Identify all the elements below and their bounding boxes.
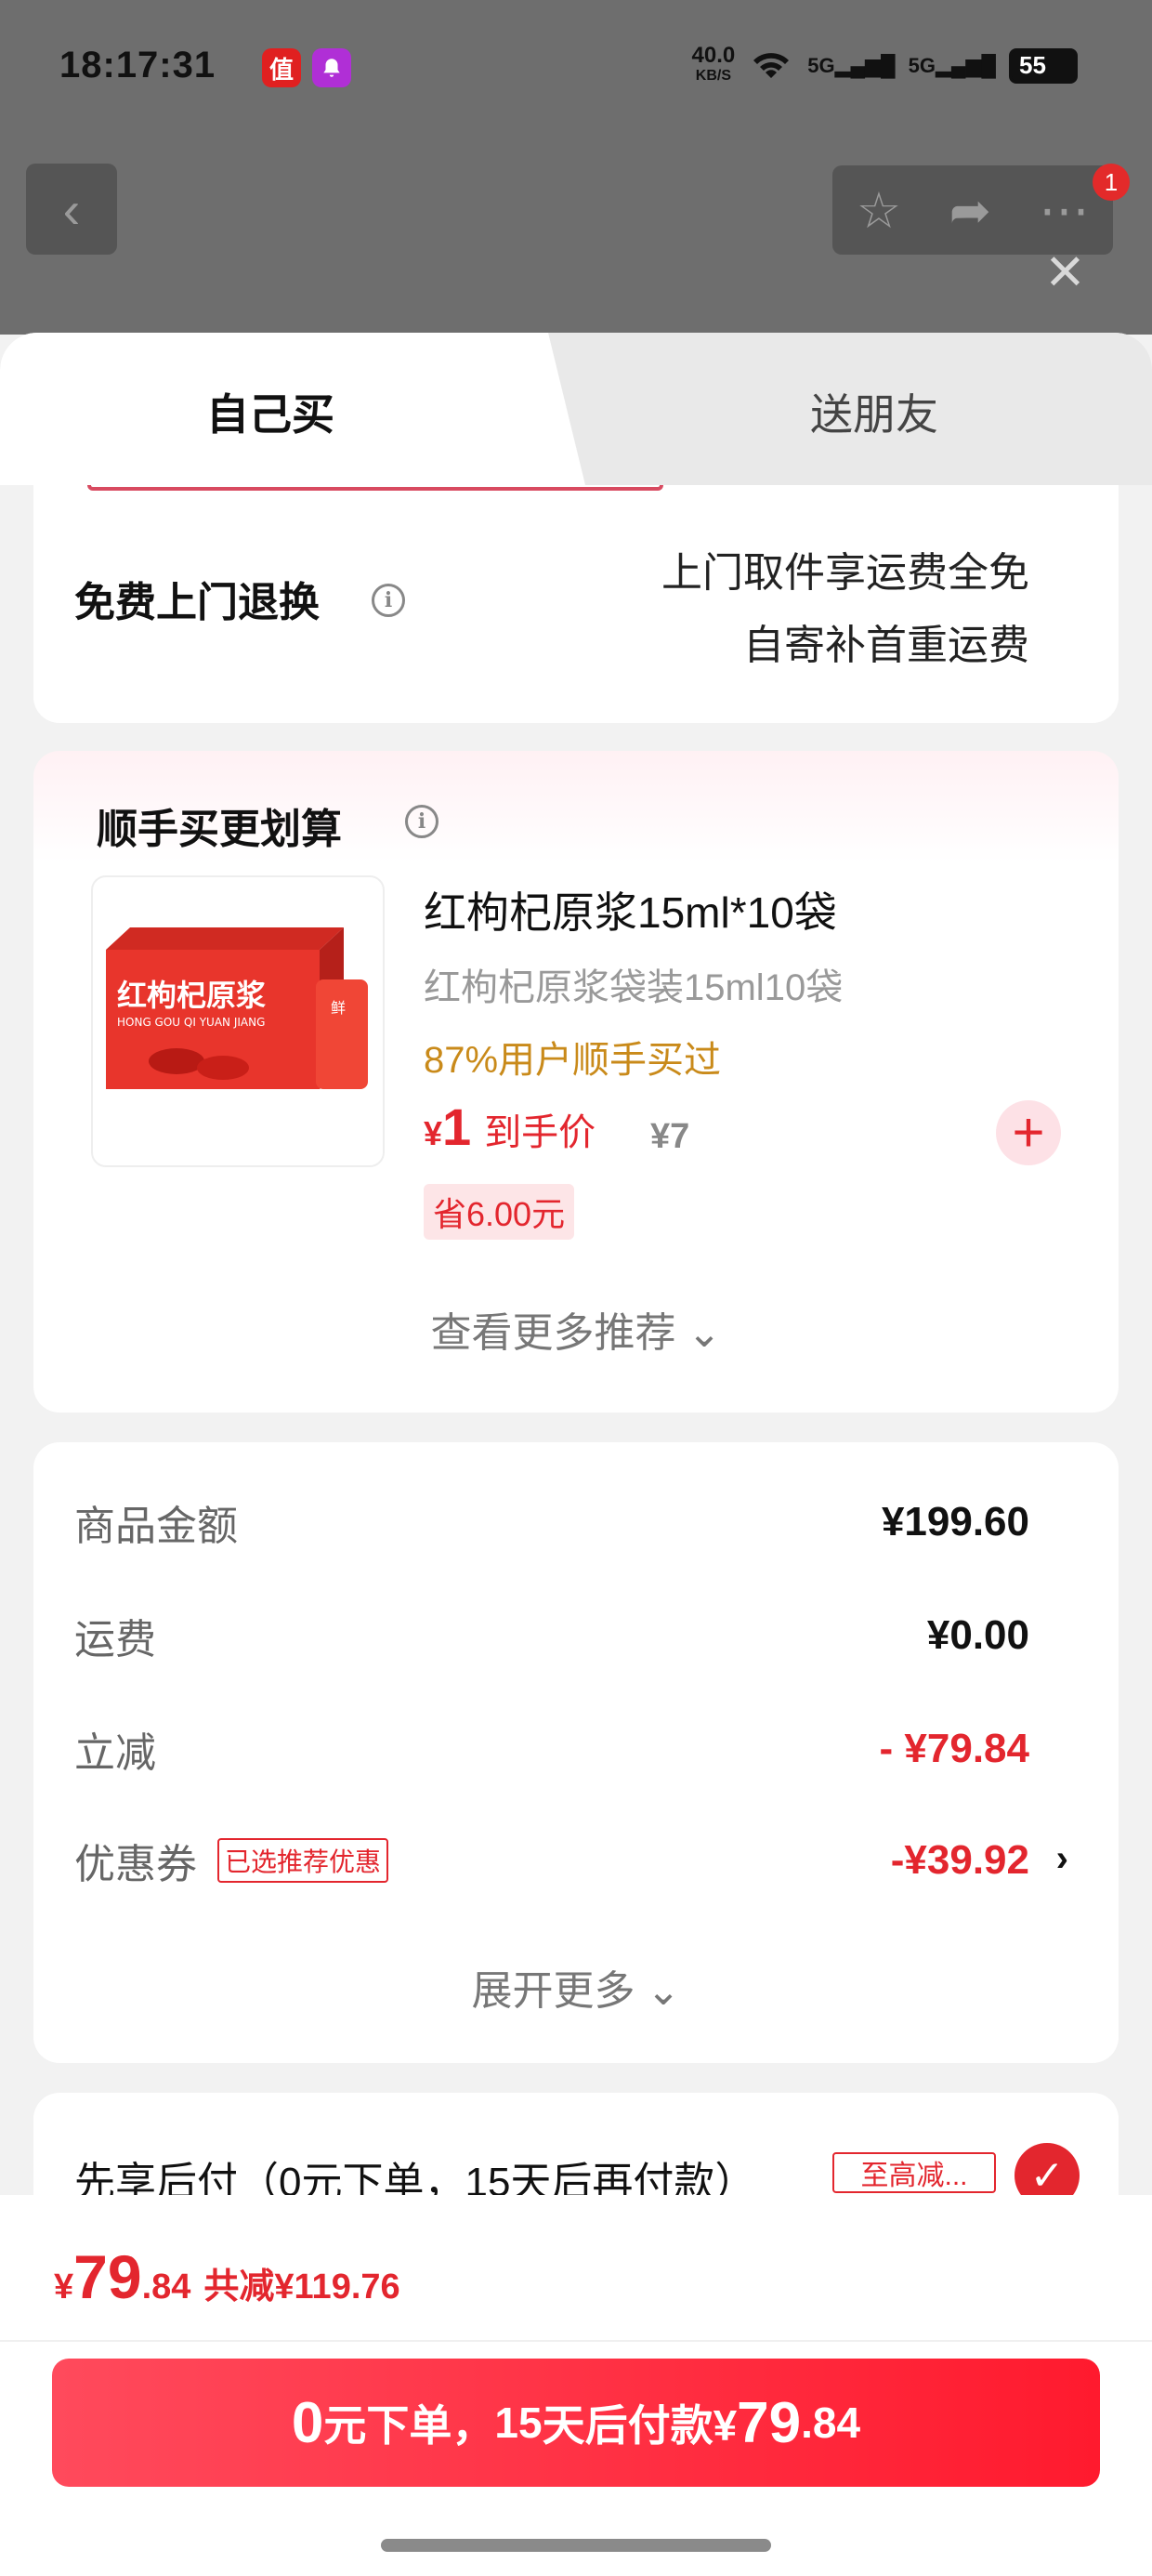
back-button[interactable]: ‹ bbox=[26, 164, 117, 255]
star-icon[interactable]: ☆ bbox=[857, 181, 901, 240]
pay-later-tag: 至高减... bbox=[832, 2152, 996, 2193]
more-icon[interactable]: ⋯ bbox=[1039, 181, 1089, 240]
product-price: ¥1 到手价 bbox=[424, 1097, 596, 1156]
notification-badge: 1 bbox=[1093, 164, 1130, 201]
battery-icon: 55 bbox=[1009, 47, 1078, 84]
close-icon[interactable]: × bbox=[1046, 238, 1084, 303]
total-price: ¥79.84 共减¥119.76 bbox=[54, 2242, 400, 2311]
signal-icon-2: 5G▂▄▆█ bbox=[908, 53, 996, 77]
shipping-row: 运费 ¥0.00 bbox=[74, 1612, 1029, 1663]
share-icon[interactable]: ➦ bbox=[949, 181, 991, 240]
product-desc: 红枸杞原浆袋装15ml10袋 bbox=[424, 967, 844, 1008]
return-line-2: 自寄补首重运费 bbox=[743, 623, 1029, 668]
status-time: 18:17:31 bbox=[59, 45, 216, 85]
wifi-icon bbox=[748, 45, 794, 86]
return-service-title: 免费上门退换 bbox=[74, 580, 320, 625]
discount-row: 立减 - ¥79.84 bbox=[74, 1726, 1029, 1776]
net-speed: 40.0 KB/S bbox=[691, 42, 736, 84]
price-summary-card: 商品金额 ¥199.60 运费 ¥0.00 立减 - ¥79.84 优惠券 已选推荐优惠… bbox=[33, 1442, 1119, 2063]
image-box-bag: 鲜 bbox=[331, 999, 346, 1017]
app-notification-icon: 值 bbox=[262, 48, 301, 87]
chevron-right-icon[interactable]: › bbox=[1056, 1838, 1068, 1880]
bell-icon bbox=[312, 48, 351, 87]
recommend-card: 顺手买更划算 i 红枸杞原浆 HONG GOU QI YUAN JIANG 鲜 … bbox=[33, 751, 1119, 1413]
home-indicator[interactable] bbox=[381, 2539, 771, 2552]
save-badge: 省6.00元 bbox=[424, 1184, 575, 1240]
goods-amount-row: 商品金额 ¥199.60 bbox=[74, 1499, 1029, 1549]
return-service-details: 上门取件享运费全免 自寄补首重运费 bbox=[661, 537, 1029, 682]
bought-text: 87%用户顺手买过 bbox=[424, 1040, 722, 1081]
return-line-1: 上门取件享运费全免 bbox=[661, 550, 1029, 596]
status-indicators: 40.0 KB/S 5G▂▄▆█ 5G▂▄▆█ 55 bbox=[691, 42, 1078, 86]
product-image[interactable]: 红枸杞原浆 HONG GOU QI YUAN JIANG 鲜 bbox=[91, 875, 385, 1167]
submit-order-button[interactable]: 0 元下单， 15 天后付款¥ 79.84 bbox=[52, 2359, 1100, 2487]
signal-icon-1: 5G▂▄▆█ bbox=[807, 53, 896, 77]
selected-option-edge bbox=[87, 485, 663, 491]
coupon-tag: 已选推荐优惠 bbox=[217, 1838, 389, 1883]
original-price: ¥7 bbox=[650, 1117, 690, 1156]
checkout-bar: ¥79.84 共减¥119.76 0 元下单， 15 天后付款¥ 79.84 bbox=[0, 2195, 1152, 2576]
image-box-pinyin: HONG GOU QI YUAN JIANG bbox=[117, 1016, 265, 1029]
return-service-card: 免费上门退换 i 上门取件享运费全免 自寄补首重运费 bbox=[33, 485, 1119, 723]
recommend-title: 顺手买更划算 bbox=[97, 807, 342, 852]
coupon-row[interactable]: 优惠券 已选推荐优惠 -¥39.92 bbox=[74, 1831, 1029, 1890]
status-bar: 18:17:31 值 40.0 KB/S 5G▂▄▆█ 5G▂▄▆█ 55 bbox=[0, 0, 1152, 139]
image-box-title: 红枸杞原浆 bbox=[117, 978, 266, 1013]
info-icon[interactable]: i bbox=[372, 584, 405, 617]
tab-friend[interactable]: 送朋友 bbox=[810, 381, 938, 442]
expand-more-link[interactable]: 展开更多 ⌄ bbox=[33, 1957, 1119, 2017]
info-icon[interactable]: i bbox=[405, 805, 439, 838]
tab-self-label[interactable]: 自己买 bbox=[206, 381, 334, 442]
product-name[interactable]: 红枸杞原浆15ml*10袋 bbox=[424, 879, 837, 940]
add-product-button[interactable]: + bbox=[996, 1100, 1061, 1165]
tab-bar: 自己买 送朋友 bbox=[0, 333, 1152, 485]
more-recommend-link[interactable]: 查看更多推荐 ⌄ bbox=[33, 1299, 1119, 1359]
divider bbox=[0, 2340, 1152, 2342]
